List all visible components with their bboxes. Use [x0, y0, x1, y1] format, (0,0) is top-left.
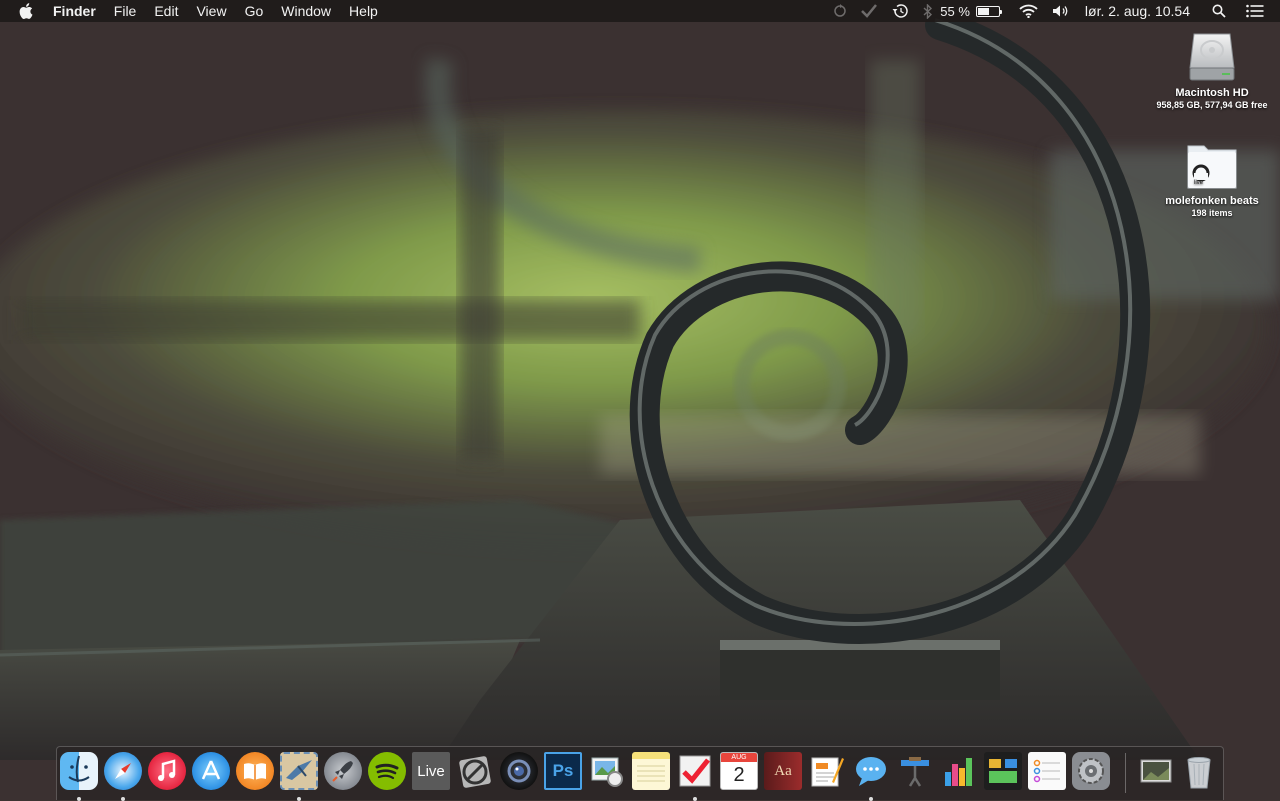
menu-help[interactable]: Help: [340, 0, 387, 22]
calendar-day: 2: [733, 764, 745, 786]
photoshop-label: Ps: [552, 761, 574, 780]
desktop-item-info: 958,85 GB, 577,94 GB free: [1156, 100, 1268, 110]
menu-app-finder[interactable]: Finder: [53, 0, 105, 22]
menu-clock[interactable]: lør. 2. aug. 10.54: [1085, 3, 1190, 19]
desktop-item-macintosh-hd[interactable]: Macintosh HD 958,85 GB, 577,94 GB free: [1147, 28, 1277, 110]
dock-app-safari[interactable]: [103, 751, 143, 801]
mission-control-icon: [984, 752, 1022, 790]
mail-icon: [280, 752, 318, 790]
notification-center-icon[interactable]: [1246, 0, 1264, 22]
menu-view[interactable]: View: [187, 0, 235, 22]
launchpad-icon: [324, 752, 362, 790]
dock-app-preview[interactable]: [587, 751, 627, 791]
desktop-item-info: 198 items: [1191, 208, 1233, 218]
notes-icon: [632, 752, 670, 790]
dock-app-itunes[interactable]: [147, 751, 187, 791]
finder-icon: [60, 752, 98, 790]
dock-app-notes[interactable]: [631, 751, 671, 791]
dock-app-wunderlist[interactable]: [675, 751, 715, 801]
no-entry-icon: [456, 752, 494, 790]
itunes-icon: [148, 752, 186, 790]
sync-icon[interactable]: [833, 0, 847, 22]
desktop-wallpaper: [0, 0, 1280, 800]
checkmark-icon[interactable]: [861, 0, 878, 22]
dock-app-numbers[interactable]: [939, 751, 979, 791]
ibooks-icon: [236, 752, 274, 790]
dock-app-launchpad[interactable]: [323, 751, 363, 791]
dock-app-no-entry[interactable]: [455, 751, 495, 791]
battery-icon[interactable]: [975, 0, 1002, 22]
dock-app-system-preferences[interactable]: [1071, 751, 1111, 791]
dock-app-pages[interactable]: [807, 751, 847, 791]
desktop-item-molefonken-beats[interactable]: live molefonken beats 198 items: [1147, 140, 1277, 218]
dock-app-finder[interactable]: [59, 751, 99, 801]
menu-file[interactable]: File: [105, 0, 146, 22]
calendar-month: AUG: [721, 753, 757, 762]
dock-app-ibooks[interactable]: [235, 751, 275, 791]
running-indicator: [121, 797, 125, 801]
spotlight-search-icon[interactable]: [1212, 0, 1226, 22]
pages-icon: [808, 752, 846, 790]
dock-app-dictionary[interactable]: Aa: [763, 751, 803, 791]
calendar-icon: AUG 2: [720, 752, 758, 790]
wifi-icon[interactable]: [1019, 0, 1038, 22]
dock-app-messages[interactable]: [851, 751, 891, 801]
menu-bar: Finder File Edit View Go Window Help 55 …: [0, 0, 1280, 22]
running-indicator: [693, 797, 697, 801]
apple-menu-icon[interactable]: [19, 3, 35, 19]
running-indicator: [77, 797, 81, 801]
volume-icon[interactable]: [1052, 0, 1070, 22]
preview-icon: [588, 752, 626, 790]
dock-app-mission-control[interactable]: [983, 751, 1023, 791]
aperture-icon: [500, 752, 538, 790]
keynote-icon: [896, 752, 934, 790]
menu-edit[interactable]: Edit: [145, 0, 187, 22]
dock-app-keynote[interactable]: [895, 751, 935, 791]
safari-icon: [104, 752, 142, 790]
dock-app-photoshop[interactable]: Ps: [543, 751, 583, 791]
battery-percent: 55 %: [940, 3, 970, 19]
dictionary-label: Aa: [774, 762, 792, 779]
menu-window[interactable]: Window: [272, 0, 340, 22]
app-store-icon: [192, 752, 230, 790]
menu-go[interactable]: Go: [236, 0, 273, 22]
ableton-folder-icon: live: [1184, 140, 1240, 192]
dock-stack-downloads[interactable]: [1135, 751, 1175, 791]
numbers-icon: [940, 752, 978, 790]
ableton-live-label: Live: [417, 762, 445, 780]
messages-icon: [852, 752, 890, 790]
reminders-icon: [1028, 752, 1066, 790]
dock-stack-trash[interactable]: [1179, 751, 1219, 791]
svg-text:live: live: [1194, 180, 1204, 186]
dictionary-icon: Aa: [764, 752, 802, 790]
time-machine-icon[interactable]: [891, 0, 909, 22]
system-preferences-icon: [1072, 752, 1110, 790]
dock-app-aperture[interactable]: [499, 751, 539, 791]
desktop-item-name: Macintosh HD: [1175, 87, 1249, 99]
wunderlist-icon: [676, 752, 714, 790]
trash-icon: [1180, 752, 1218, 790]
dock-separator: [1125, 753, 1126, 793]
dock-app-ableton-live[interactable]: Live: [411, 751, 451, 791]
spotify-icon: [368, 752, 406, 790]
dock-app-mail[interactable]: [279, 751, 319, 801]
running-indicator: [297, 797, 301, 801]
desktop-item-name: molefonken beats: [1165, 195, 1259, 207]
dock-app-calendar[interactable]: AUG 2: [719, 751, 759, 791]
dock: Live Ps AUG 2 Aa: [56, 746, 1224, 801]
dock-app-app-store[interactable]: [191, 751, 231, 791]
hard-drive-icon: [1184, 28, 1240, 84]
ableton-live-icon: Live: [412, 752, 450, 790]
dock-app-reminders[interactable]: [1027, 751, 1067, 791]
bluetooth-icon[interactable]: [923, 0, 933, 22]
photoshop-icon: Ps: [544, 752, 582, 790]
running-indicator: [869, 797, 873, 801]
dock-app-spotify[interactable]: [367, 751, 407, 791]
downloads-stack-icon: [1136, 752, 1174, 790]
